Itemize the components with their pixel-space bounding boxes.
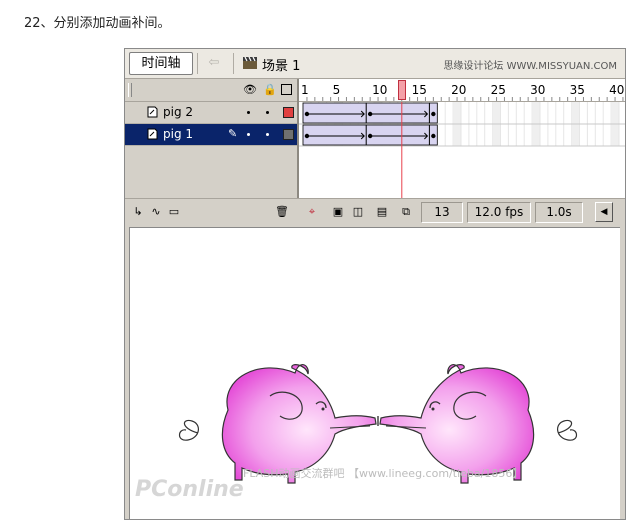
tab-timeline[interactable]: 时间轴 — [129, 52, 193, 75]
keyframe-dot — [431, 111, 436, 117]
modify-markers-icon[interactable]: ⧉ — [399, 205, 413, 219]
scene-label[interactable]: 场景 1 — [262, 55, 300, 74]
visibility-dot[interactable] — [247, 133, 250, 136]
toolbar-separator — [233, 53, 234, 74]
insert-folder-icon[interactable]: ▭ — [167, 205, 181, 219]
current-frame-readout: 13 — [421, 202, 463, 223]
insert-layer-icon[interactable]: ↳ — [131, 205, 145, 219]
layer-color-swatch[interactable] — [283, 129, 294, 140]
layer-page-icon — [147, 106, 158, 118]
panel-grip[interactable] — [128, 83, 132, 97]
delete-layer-icon[interactable]: 🗑 — [275, 205, 289, 219]
ruler-label: 25 — [490, 83, 506, 97]
site-watermark: 思缘设计论坛 WWW.MISSYUAN.COM — [443, 61, 617, 72]
timeline-topbar: 时间轴 ⇦ 场景 1 思缘设计论坛 WWW.MISSYUAN.COM — [125, 49, 625, 79]
timeline-bottom-bar: ↳ ∿ ▭ 🗑 ⌖ ▣ ◫ ▤ ⧉ 13 12.0 fps 1.0s ◀ — [125, 198, 625, 226]
back-arrow-icon[interactable]: ⇦ — [205, 53, 223, 73]
onion-outline-icon[interactable]: ◫ — [351, 205, 365, 219]
step-caption: 22、分别添加动画补间。 — [24, 16, 171, 31]
lock-dot[interactable] — [266, 133, 269, 136]
onion-skin-icon[interactable]: ▣ — [331, 205, 345, 219]
layer-name[interactable]: pig 1 — [163, 127, 193, 141]
keyframe-dot — [367, 133, 373, 139]
keyframe-dot — [304, 111, 310, 117]
flash-timeline-window: 时间轴 ⇦ 场景 1 思缘设计论坛 WWW.MISSYUAN.COM 👁 🔒 1… — [124, 48, 626, 520]
keyframe-dot — [431, 133, 436, 139]
ruler-label: 15 — [411, 83, 427, 97]
keyframe-dot — [304, 133, 310, 139]
add-motion-guide-icon[interactable]: ∿ — [149, 205, 163, 219]
ruler-label: 5 — [332, 83, 341, 97]
frames-grid[interactable] — [299, 102, 625, 199]
frame-rate-readout[interactable]: 12.0 fps — [467, 202, 531, 223]
frame-ruler[interactable]: 1 5 10 15 20 25 30 35 40 — [299, 79, 625, 102]
pconline-logo: PConline — [135, 477, 244, 502]
forum-watermark: FLASH动画交流群吧 【www.lineeg.com/tieba/1856】 — [243, 467, 524, 480]
ruler-label: 1 — [301, 83, 309, 97]
ruler-label: 20 — [451, 83, 467, 97]
edit-multiple-frames-icon[interactable]: ▤ — [375, 205, 389, 219]
elapsed-time-readout: 1.0s — [535, 202, 583, 223]
scroll-left-button[interactable]: ◀ — [595, 202, 613, 222]
layer-row-pig-1[interactable]: pig 1 ✎ — [125, 124, 297, 146]
ruler-label: 10 — [372, 83, 388, 97]
layer-list-empty — [125, 146, 297, 199]
layer-row-pig-2[interactable]: pig 2 — [125, 102, 297, 124]
layer-name[interactable]: pig 2 — [163, 105, 193, 119]
playhead-handle[interactable] — [397, 80, 406, 100]
clapperboard-icon — [243, 57, 257, 69]
visibility-dot[interactable] — [247, 111, 250, 114]
pencil-icon: ✎ — [228, 127, 238, 140]
lock-icon[interactable]: 🔒 — [263, 84, 277, 96]
toolbar-separator — [197, 53, 198, 74]
ruler-label: 30 — [530, 83, 546, 97]
ruler-label: 35 — [569, 83, 585, 97]
layer-color-swatch[interactable] — [283, 107, 294, 118]
lock-dot[interactable] — [266, 111, 269, 114]
outline-icon[interactable] — [281, 84, 292, 95]
ruler-label: 40 — [609, 83, 625, 97]
layer-page-icon — [147, 128, 158, 140]
center-frame-icon[interactable]: ⌖ — [305, 205, 319, 219]
layer-header: 👁 🔒 — [125, 79, 297, 102]
eye-icon[interactable]: 👁 — [243, 84, 257, 96]
frames-canvas — [299, 102, 625, 199]
keyframe-dot — [367, 111, 373, 117]
stage-area: PConline FLASH动画交流群吧 【www.lineeg.com/tie… — [125, 225, 625, 519]
